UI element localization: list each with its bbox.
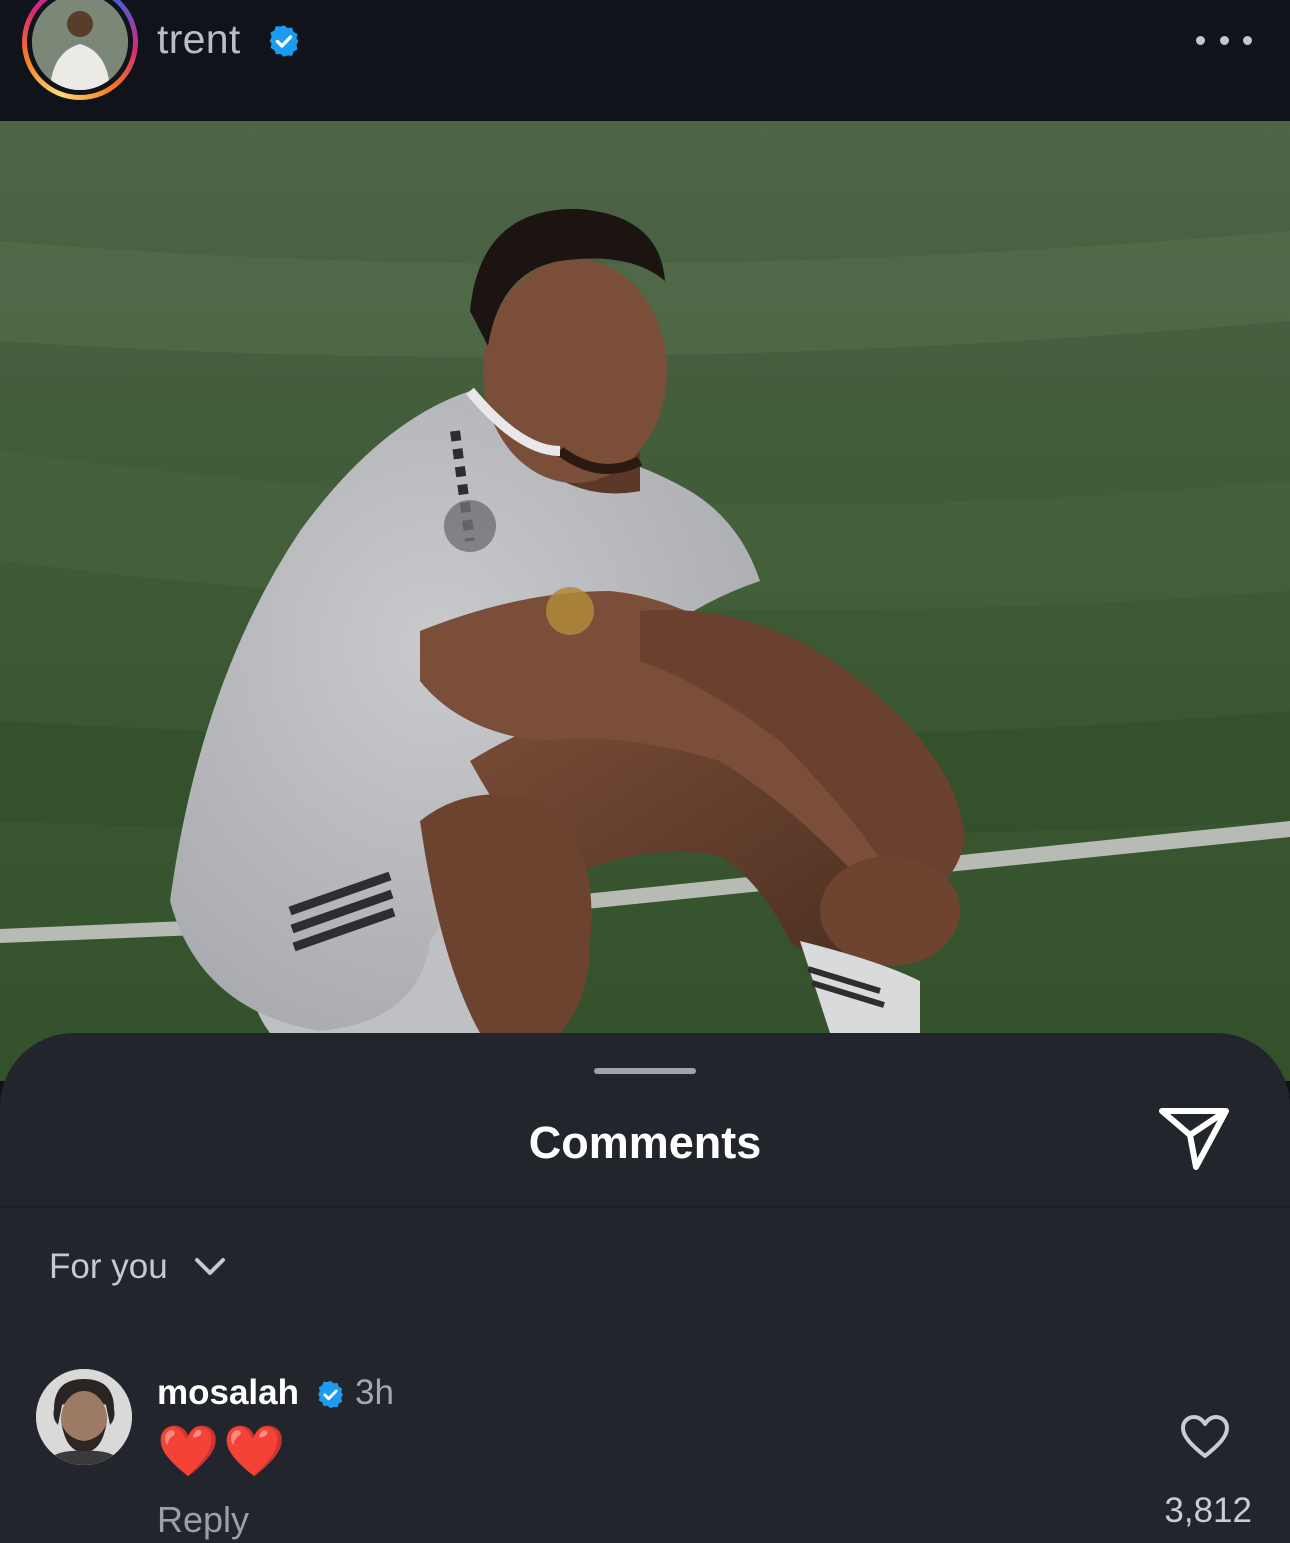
comment-username[interactable]: mosalah <box>157 1373 299 1413</box>
post-header: trent <box>0 0 1290 121</box>
comment-timestamp: 3h <box>355 1373 394 1412</box>
heart-outline-icon[interactable] <box>1180 1414 1230 1460</box>
divider <box>0 1206 1290 1208</box>
comments-filter-dropdown[interactable]: For you <box>49 1247 226 1287</box>
comment-avatar[interactable] <box>36 1369 132 1465</box>
sheet-title: Comments <box>528 1117 762 1168</box>
more-horizontal-icon[interactable] <box>1196 28 1252 52</box>
post-username[interactable]: trent <box>157 16 241 63</box>
filter-label: For you <box>49 1247 168 1286</box>
chevron-down-icon <box>194 1258 225 1275</box>
like-count: 3,812 <box>1164 1491 1252 1530</box>
comments-sheet: Comments For you mosalah 3h ❤️❤️ Reply 3… <box>0 1033 1290 1543</box>
verified-badge-icon <box>318 1380 343 1409</box>
comment-text: ❤️❤️ <box>157 1423 290 1479</box>
post-image[interactable] <box>0 121 1290 1081</box>
reply-button[interactable]: Reply <box>157 1499 249 1541</box>
profile-avatar[interactable] <box>22 0 138 100</box>
paper-plane-icon[interactable] <box>1158 1105 1230 1171</box>
drag-handle[interactable] <box>594 1068 696 1074</box>
verified-badge-icon <box>269 25 299 57</box>
